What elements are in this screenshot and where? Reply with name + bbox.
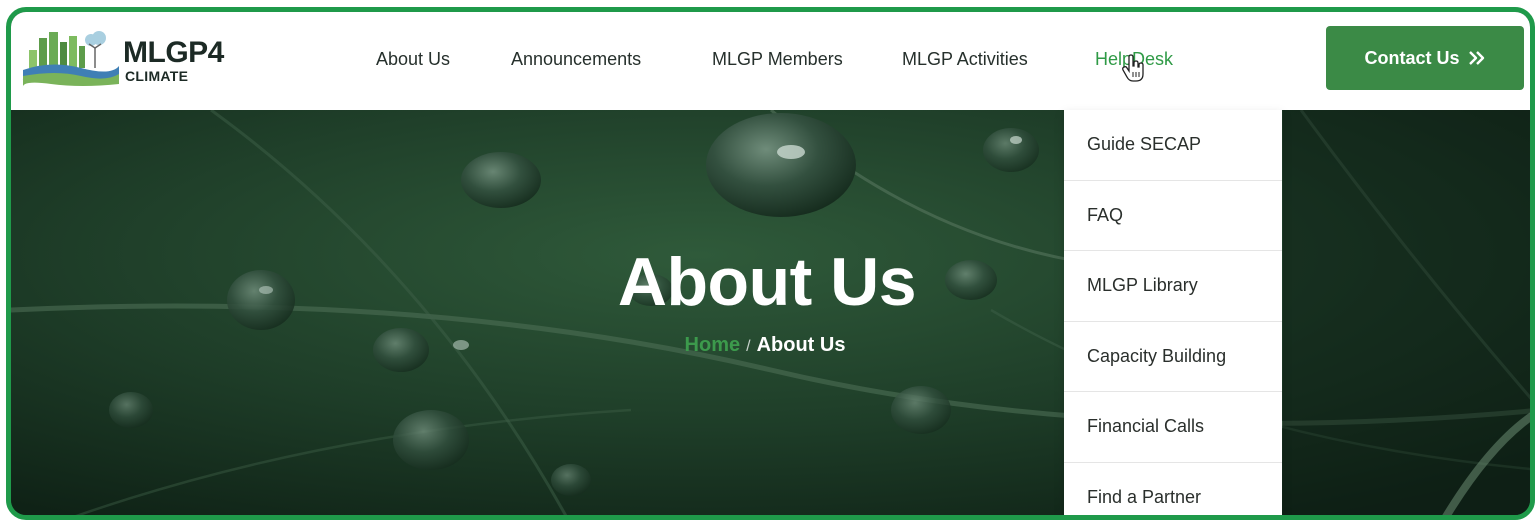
menu-item-guide-secap[interactable]: Guide SECAP — [1064, 110, 1282, 181]
contact-us-label: Contact Us — [1364, 47, 1460, 68]
menu-item-mlgp-library[interactable]: MLGP Library — [1064, 251, 1282, 322]
menu-item-financial-calls[interactable]: Financial Calls — [1064, 392, 1282, 463]
contact-us-button[interactable]: Contact Us — [1326, 26, 1524, 90]
site-header: MLGP4 CLIMATE About Us Announcements MLG… — [11, 12, 1530, 110]
breadcrumb: Home / About Us — [11, 334, 1530, 357]
page-title: About Us — [617, 244, 917, 320]
nav-announcements[interactable]: Announcements — [511, 49, 641, 70]
nav-about-us[interactable]: About Us — [376, 49, 450, 70]
menu-item-find-a-partner[interactable]: Find a Partner — [1064, 463, 1282, 516]
nav-mlgp-members[interactable]: MLGP Members — [712, 49, 843, 70]
menu-item-capacity-building[interactable]: Capacity Building — [1064, 322, 1282, 392]
page-frame: MLGP4 CLIMATE About Us Announcements MLG… — [6, 7, 1535, 520]
nav-mlgp-activities[interactable]: MLGP Activities — [902, 49, 1028, 70]
menu-item-faq[interactable]: FAQ — [1064, 181, 1282, 251]
hero-banner: About Us Home / About Us — [11, 110, 1530, 515]
breadcrumb-home-link[interactable]: Home — [685, 334, 741, 356]
breadcrumb-current: About Us — [756, 334, 846, 356]
double-chevron-right-icon — [1468, 51, 1484, 65]
breadcrumb-separator: / — [746, 338, 751, 355]
hand-pointer-cursor-icon — [1122, 54, 1144, 82]
main-nav: About Us Announcements MLGP Members MLGP… — [11, 12, 1530, 110]
helpdesk-dropdown-menu: Guide SECAP FAQ MLGP Library Capacity Bu… — [1064, 110, 1282, 516]
